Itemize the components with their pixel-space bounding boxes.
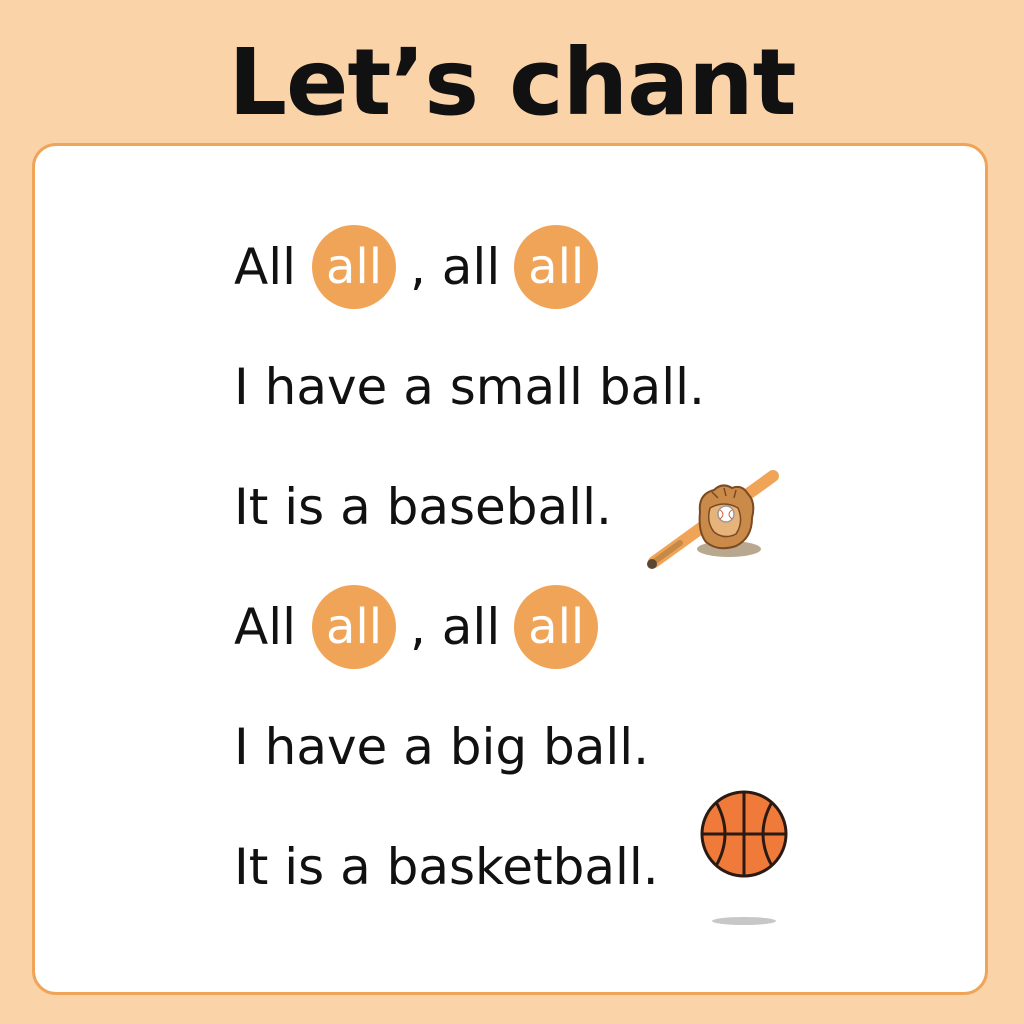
line-lead: All [234, 598, 296, 656]
basketball-icon [700, 790, 788, 925]
chant-line-3: It is a baseball. [234, 478, 612, 536]
baseball-bat-glove-icon [647, 470, 779, 569]
all-highlight-badge: all [312, 585, 396, 669]
line-mid: , all [410, 598, 501, 656]
line-mid: , all [410, 238, 501, 296]
chant-line-2: I have a small ball. [234, 358, 705, 416]
page-title: Let’s chant [228, 29, 796, 136]
chant-line-4: All all , all all [234, 585, 612, 669]
all-highlight-badge: all [312, 225, 396, 309]
chant-line-5: I have a big ball. [234, 718, 650, 776]
all-highlight-badge: all [514, 585, 599, 669]
all-highlight-badge: all [514, 225, 599, 309]
chant-line-1: All all , all all [234, 225, 612, 309]
chant-line-6: It is a basketball. [234, 838, 659, 896]
line-lead: All [234, 238, 296, 296]
